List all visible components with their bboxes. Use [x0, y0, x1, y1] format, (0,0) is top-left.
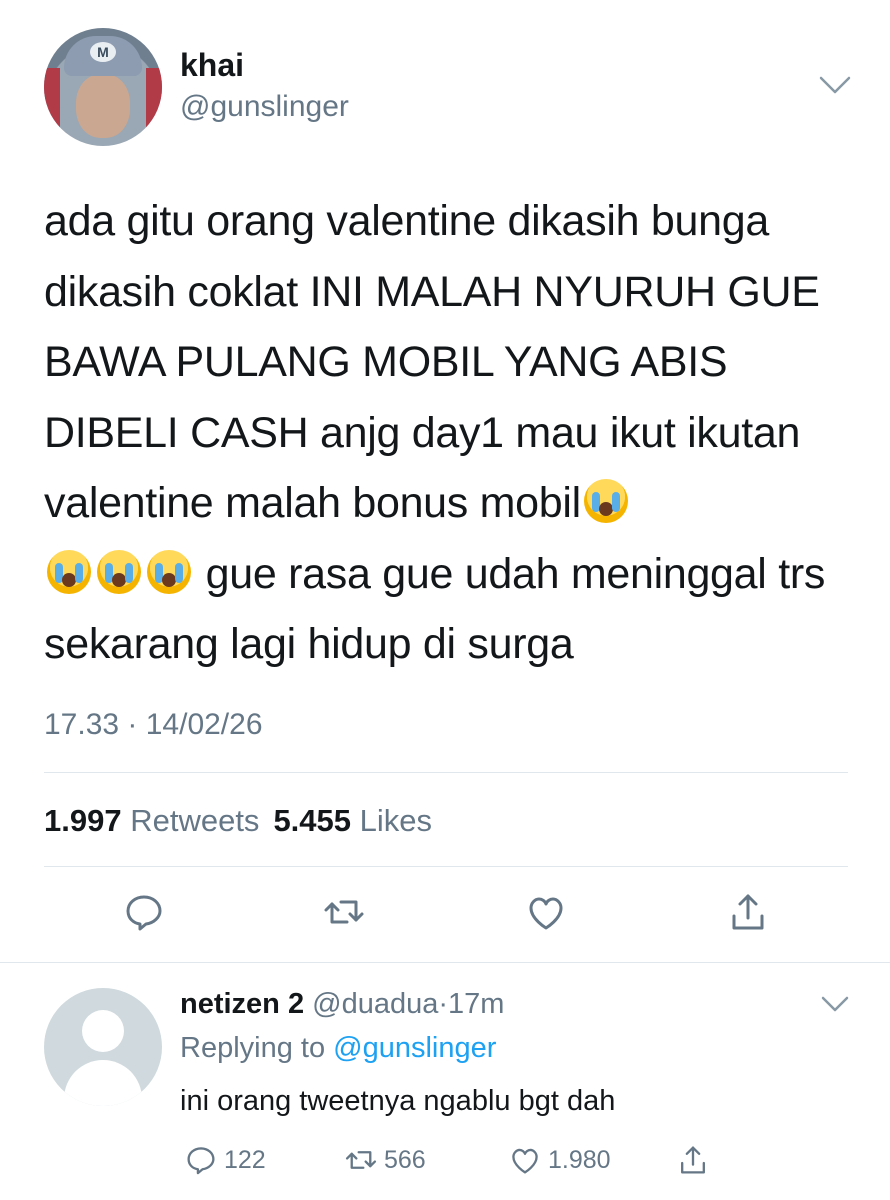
separator-dot: ·	[438, 988, 449, 1020]
reply-text: ini orang tweetnya ngablu bgt dah	[180, 1085, 616, 1117]
avatar-face	[76, 74, 130, 138]
reply-avatar[interactable]	[44, 988, 162, 1106]
chevron-down-icon[interactable]	[818, 74, 852, 96]
reply-time[interactable]: 17m	[448, 988, 504, 1020]
avatar-cap-letter: M	[90, 42, 116, 62]
tweet-timestamp[interactable]: 17.33 · 14/02/26	[44, 708, 263, 742]
retweets-label[interactable]: Retweets	[130, 803, 259, 838]
crying-emoji-icon	[583, 479, 628, 523]
likes-count[interactable]: 5.455	[273, 803, 351, 838]
retweets-count[interactable]: 1.997	[44, 803, 122, 838]
reply-retweet-button[interactable]: 566	[344, 1142, 426, 1178]
reply-share-button[interactable]	[676, 1142, 710, 1178]
reply-count: 122	[224, 1145, 266, 1174]
replying-to-line: Replying to @gunslinger	[180, 1032, 496, 1065]
author-avatar[interactable]: M	[44, 28, 162, 146]
author-name[interactable]: khai	[180, 47, 244, 84]
reply-reply-button[interactable]: 122	[184, 1142, 266, 1178]
retweet-icon[interactable]	[322, 890, 366, 934]
like-icon[interactable]	[524, 890, 568, 934]
like-icon	[512, 1148, 538, 1174]
default-avatar-head	[82, 1010, 124, 1052]
replying-to-label: Replying to	[180, 1032, 326, 1064]
divider	[0, 962, 890, 963]
divider	[44, 772, 848, 773]
tweet-text-part1: ada gitu orang valentine dikasih bunga d…	[44, 197, 820, 527]
reply-author-handle[interactable]: @duadua	[312, 988, 438, 1020]
divider	[44, 866, 848, 867]
reply-icon[interactable]	[122, 890, 166, 934]
avatar-bg-right	[146, 68, 162, 128]
retweet-icon	[345, 1151, 377, 1169]
reply-like-button[interactable]: 1.980	[508, 1142, 611, 1178]
share-icon	[681, 1146, 705, 1174]
tweet-stats: 1.997 Retweets 5.455 Likes	[44, 803, 432, 839]
chevron-down-icon[interactable]	[820, 994, 850, 1014]
crying-emoji-icon	[97, 549, 141, 594]
retweet-count: 566	[384, 1145, 426, 1174]
author-handle[interactable]: @gunslinger	[180, 90, 349, 124]
share-icon[interactable]	[726, 890, 770, 934]
crying-emoji-icon	[147, 549, 191, 594]
default-avatar-body	[64, 1060, 142, 1106]
reply-author-name[interactable]: netizen 2	[180, 988, 304, 1020]
avatar-bg-left	[44, 68, 60, 128]
tweet-text: ada gitu orang valentine dikasih bunga d…	[44, 186, 864, 680]
reply-header: netizen 2 @duadua·17m	[180, 988, 504, 1021]
likes-label[interactable]: Likes	[360, 803, 432, 838]
reply-icon	[187, 1147, 215, 1175]
like-count: 1.980	[548, 1145, 611, 1174]
crying-emoji-icon	[47, 549, 91, 594]
replying-to-link[interactable]: @gunslinger	[333, 1032, 496, 1064]
